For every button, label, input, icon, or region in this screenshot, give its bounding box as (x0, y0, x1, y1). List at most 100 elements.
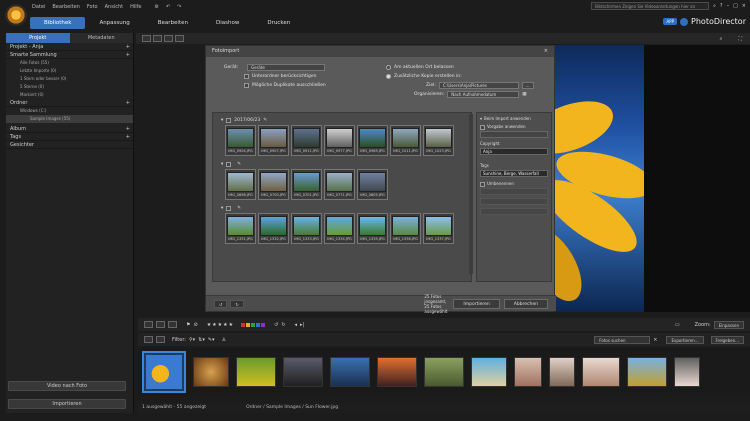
filmstrip-thumbnail[interactable] (377, 357, 417, 387)
import-thumbnail[interactable]: IMG_1336.JPG (390, 213, 421, 244)
filmstrip-thumbnail[interactable] (471, 357, 507, 387)
tree-item[interactable]: Alle Fotos (55) (6, 59, 133, 67)
collapse-icon[interactable]: ▾ (221, 118, 223, 123)
tab-edit[interactable]: Bearbeiten (144, 17, 202, 29)
collapse-icon[interactable]: ▾ (480, 116, 482, 122)
rating-stars[interactable]: ★★★★★ (207, 322, 234, 328)
import-thumbnail[interactable]: IMG_0965.JPG (357, 125, 388, 156)
dialog-import-button[interactable]: Importieren (453, 298, 500, 309)
person-icon[interactable]: ♙ (222, 337, 226, 343)
add-icon[interactable]: + (126, 43, 130, 50)
app-badge[interactable]: APP (663, 18, 678, 25)
filmstrip-thumbnail[interactable] (236, 357, 276, 387)
import-thumbnail[interactable]: IMG_1337.JPG (423, 213, 454, 244)
search-icon[interactable]: ⌕ (713, 3, 716, 9)
organize-select[interactable]: Nach Aufnahmedatum (447, 91, 520, 98)
import-button[interactable]: Importieren (8, 399, 126, 409)
filmstrip-thumbnail-selected[interactable] (142, 351, 186, 393)
help-icon[interactable]: ? (720, 3, 723, 9)
duplicates-checkbox[interactable] (244, 83, 249, 88)
sort-icon[interactable]: ⇅▾ (198, 337, 205, 343)
menu-edit[interactable]: Bearbeiten (52, 4, 79, 10)
tag-filter-icon[interactable]: ✎▾ (208, 337, 215, 343)
tab-project[interactable]: Projekt (6, 33, 70, 43)
search-icon[interactable]: ⌕ (720, 36, 723, 42)
album-row[interactable]: Album + (6, 125, 133, 133)
photo-search-input[interactable]: Fotos suchen (594, 335, 651, 344)
clear-search-icon[interactable]: × (653, 337, 657, 343)
import-thumbnail[interactable]: IMG_1332.JPG (258, 213, 289, 244)
tab-library[interactable]: Bibliothek (30, 17, 86, 29)
help-search-input[interactable]: Bildschirmen Zeigen Sie Videoanleitungen… (591, 2, 710, 10)
rotate-left-icon[interactable]: ↺ (274, 322, 278, 328)
import-thumbnail[interactable]: IMG_1023.JPG (423, 125, 454, 156)
import-thumbnail[interactable]: IMG_0771.JPG (324, 169, 355, 200)
redo-icon[interactable]: ↷ (177, 4, 181, 10)
settings-icon[interactable]: ⚙ (154, 4, 158, 10)
filmstrip-view-icon[interactable] (164, 35, 173, 42)
keep-location-radio[interactable] (386, 65, 391, 70)
tab-adjustment[interactable]: Anpassung (85, 17, 143, 29)
filter-icon[interactable]: ⚲▾ (189, 337, 195, 343)
share-button[interactable]: Freigeben... (710, 335, 744, 344)
rename-checkbox[interactable] (480, 181, 485, 187)
play-icon[interactable]: ▸| (300, 322, 304, 328)
copyright-input[interactable]: Anja (480, 148, 548, 155)
folders-row[interactable]: Ordner + (6, 99, 133, 107)
undo-icon[interactable]: ↶ (166, 4, 170, 10)
filmstrip-thumbnail[interactable] (582, 357, 620, 387)
rotate-right-icon[interactable]: ↻ (230, 299, 244, 308)
filmstrip-thumbnail[interactable] (627, 357, 667, 387)
zoom-select[interactable]: Einpassen (713, 320, 744, 329)
import-thumbnail[interactable]: IMG_1334.JPG (324, 213, 355, 244)
detail-view-icon[interactable] (156, 321, 165, 328)
dialog-cancel-button[interactable]: Abbrechen (503, 298, 548, 309)
faces-row[interactable]: Gesichter (6, 141, 133, 149)
group-checkbox[interactable] (226, 206, 232, 211)
compare-icon[interactable]: ▭ (675, 322, 680, 328)
minimize-icon[interactable]: – (727, 3, 730, 9)
tab-print[interactable]: Drucken (253, 17, 304, 29)
copy-radio[interactable] (386, 74, 391, 79)
filmstrip-thumbnail[interactable] (424, 357, 464, 387)
add-icon[interactable]: + (126, 51, 130, 58)
tree-item[interactable]: Markiert (0) (6, 91, 133, 99)
reject-icon[interactable]: ⊘ (193, 322, 197, 328)
color-labels[interactable] (241, 322, 266, 327)
add-icon[interactable]: + (126, 99, 130, 106)
grid-scrollbar[interactable] (469, 114, 473, 274)
video-to-photo-button[interactable]: Video nach Foto (8, 381, 126, 391)
rotate-right-icon[interactable]: ↻ (281, 322, 285, 328)
calendar-icon[interactable]: ▦ (522, 90, 526, 99)
filmstrip-thumbnail[interactable] (674, 357, 700, 387)
edit-icon[interactable]: ✎ (237, 162, 241, 167)
tab-slideshow[interactable]: Diashow (202, 17, 253, 29)
import-thumbnail[interactable]: IMG_0701.JPG (291, 169, 322, 200)
collapse-icon[interactable]: ▾ (221, 206, 223, 211)
tags-input[interactable]: Sunshine, Berge, Wasserfall (480, 170, 548, 177)
collapse-icon[interactable]: ▾ (221, 162, 223, 167)
rotate-left-icon[interactable]: ↺ (214, 299, 228, 308)
edit-icon[interactable]: ✎ (237, 206, 241, 211)
import-thumbnail[interactable]: IMG_0911.JPG (291, 125, 322, 156)
filmstrip-thumbnail[interactable] (549, 357, 575, 387)
tree-item[interactable]: 5 Sterne (0) (6, 83, 133, 91)
filmstrip-thumbnail[interactable] (193, 357, 229, 387)
subfolder-checkbox[interactable] (244, 74, 249, 79)
tree-item[interactable]: Letzte Importe (0) (6, 67, 133, 75)
prev-icon[interactable]: ◂ (295, 322, 298, 328)
filmstrip-thumbnail[interactable] (514, 357, 542, 387)
import-thumbnail[interactable]: IMG_0977.JPG (324, 125, 355, 156)
tree-item[interactable]: 1 Stern oder besser (0) (6, 75, 133, 83)
project-row[interactable]: Projekt - Anja + (6, 43, 133, 51)
close-icon[interactable]: × (742, 3, 746, 9)
import-thumbnail[interactable]: IMG_0700.JPG (258, 169, 289, 200)
target-path-input[interactable]: C:\Users\Anja\Pictures (438, 82, 519, 89)
preset-checkbox[interactable] (480, 124, 485, 130)
import-thumbnail[interactable]: IMG_0904.JPG (225, 125, 256, 156)
browse-button[interactable]: ... (521, 82, 534, 89)
import-thumbnail[interactable]: IMG_1335.JPG (357, 213, 388, 244)
list-view-icon[interactable] (168, 321, 177, 328)
edit-icon[interactable]: ✎ (263, 118, 267, 123)
grid-view-icon[interactable] (142, 35, 151, 42)
